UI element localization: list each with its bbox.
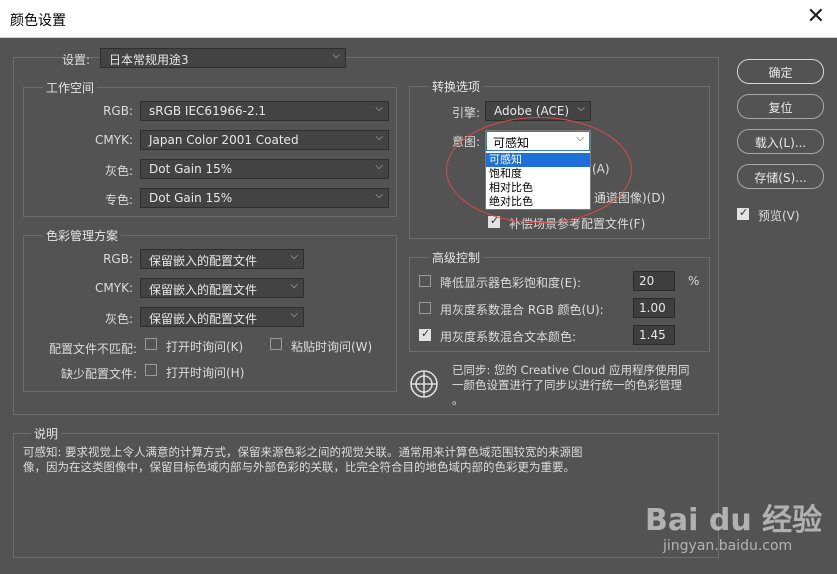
workspace-spot-label: 专色: xyxy=(104,193,133,207)
policies-gray-label: 灰色: xyxy=(104,312,133,326)
workspace-spot-select[interactable]: Dot Gain 15% ⌵ xyxy=(140,188,389,208)
title-bar: 颜色设置 ✕ xyxy=(0,0,837,38)
policies-gray-select[interactable]: 保留嵌入的配置文件 ⌵ xyxy=(140,307,304,327)
mismatch-open-label: 打开时询问(K) xyxy=(166,340,244,354)
sync-line-1: 已同步: 您的 Creative Cloud 应用程序使用同 xyxy=(452,363,690,377)
description-text: 可感知: 要求视觉上令人满意的计算方式，保留来源色彩之间的视觉关联。通常用来计算… xyxy=(23,445,713,475)
chevron-down-icon: ⌵ xyxy=(375,132,383,143)
sync-line-2: 一颜色设置进行了同步以进行统一的色彩管理 xyxy=(452,378,682,392)
advanced-legend: 高级控制 xyxy=(429,249,484,266)
policies-cmyk-select[interactable]: 保留嵌入的配置文件 ⌵ xyxy=(140,278,304,298)
blend-rgb-input[interactable]: 1.00 xyxy=(633,298,675,318)
window-title: 颜色设置 xyxy=(10,13,66,29)
missing-open-checkbox[interactable] xyxy=(145,364,157,376)
conversion-legend: 转换选项 xyxy=(429,78,484,95)
workspace-cmyk-select[interactable]: Japan Color 2001 Coated ⌵ xyxy=(140,130,389,150)
settings-label: 设置: xyxy=(62,53,91,67)
mismatch-label: 配置文件不匹配: xyxy=(48,342,137,356)
settings-value: 日本常规用途3 xyxy=(109,53,189,67)
save-button[interactable]: 存储(S)... xyxy=(737,164,824,189)
preview-checkbox[interactable] xyxy=(737,206,749,220)
chevron-down-icon: ⌵ xyxy=(577,103,585,114)
desaturate-input[interactable]: 20 xyxy=(633,271,675,291)
policies-cmyk-value: 保留嵌入的配置文件 xyxy=(149,283,258,297)
highlight-ellipse xyxy=(446,117,632,223)
desaturate-checkbox[interactable] xyxy=(419,275,431,287)
ok-button[interactable]: 确定 xyxy=(737,59,824,84)
blend-rgb-label: 用灰度系数混合 RGB 颜色(U): xyxy=(440,303,604,317)
description-legend: 说明 xyxy=(31,425,62,442)
desaturate-label: 降低显示器色彩饱和度(E): xyxy=(440,276,581,290)
description-line-1: 可感知: 要求视觉上令人满意的计算方式，保留来源色彩之间的视觉关联。通常用来计算… xyxy=(23,445,583,459)
policies-rgb-label: RGB: xyxy=(103,252,133,266)
workspace-spot-value: Dot Gain 15% xyxy=(149,191,233,205)
blend-rgb-checkbox[interactable] xyxy=(419,302,431,314)
workspace-rgb-label: RGB: xyxy=(103,104,133,118)
workspace-cmyk-value: Japan Color 2001 Coated xyxy=(149,133,299,147)
blend-text-checkbox[interactable] xyxy=(419,327,431,341)
chevron-down-icon: ⌵ xyxy=(332,50,340,61)
reset-button[interactable]: 复位 xyxy=(737,94,824,119)
preview-label: 预览(V) xyxy=(758,209,800,223)
description-line-2: 像，因为在这类图像中，保留目标色域内部与外部色彩的关联，比完全符合目的地色域内部… xyxy=(23,460,575,474)
workspace-legend: 工作空间 xyxy=(43,79,98,96)
chevron-down-icon: ⌵ xyxy=(375,190,383,201)
chevron-down-icon: ⌵ xyxy=(375,161,383,172)
blend-text-label: 用灰度系数混合文本颜色: xyxy=(440,330,577,344)
workspace-gray-label: 灰色: xyxy=(104,164,133,178)
policies-cmyk-label: CMYK: xyxy=(95,281,133,295)
policies-rgb-value: 保留嵌入的配置文件 xyxy=(149,254,258,268)
chevron-down-icon: ⌵ xyxy=(290,251,298,262)
blend-text-input[interactable]: 1.45 xyxy=(633,325,675,345)
policies-legend: 色彩管理方案 xyxy=(43,227,122,244)
sync-globe-icon xyxy=(410,370,438,398)
chevron-down-icon: ⌵ xyxy=(290,280,298,291)
watermark-brand: Bai du 经验 xyxy=(645,503,823,538)
close-icon[interactable]: ✕ xyxy=(807,4,825,29)
sync-line-3: 。 xyxy=(452,393,464,407)
mismatch-paste-label: 粘贴时询问(W) xyxy=(291,340,373,354)
engine-value: Adobe (ACE) xyxy=(494,104,570,118)
missing-label: 缺少配置文件: xyxy=(60,367,137,381)
mismatch-paste-checkbox[interactable] xyxy=(270,338,282,350)
workspace-cmyk-label: CMYK: xyxy=(95,133,133,147)
workspace-gray-value: Dot Gain 15% xyxy=(149,162,233,176)
load-button[interactable]: 载入(L)... xyxy=(737,129,824,154)
chevron-down-icon: ⌵ xyxy=(375,103,383,114)
watermark-url: jingyan.baidu.com xyxy=(663,538,793,554)
engine-label: 引擎: xyxy=(451,106,480,120)
policies-gray-value: 保留嵌入的配置文件 xyxy=(149,312,258,326)
chevron-down-icon: ⌵ xyxy=(290,309,298,320)
settings-select[interactable]: 日本常规用途3 ⌵ xyxy=(100,48,346,68)
workspace-rgb-value: sRGB IEC61966-2.1 xyxy=(149,104,267,118)
policies-rgb-select[interactable]: 保留嵌入的配置文件 ⌵ xyxy=(140,249,304,269)
workspace-gray-select[interactable]: Dot Gain 15% ⌵ xyxy=(140,159,389,179)
workspace-rgb-select[interactable]: sRGB IEC61966-2.1 ⌵ xyxy=(140,101,389,121)
desaturate-unit: % xyxy=(688,274,700,288)
missing-open-label: 打开时询问(H) xyxy=(166,366,245,380)
mismatch-open-checkbox[interactable] xyxy=(145,338,157,350)
